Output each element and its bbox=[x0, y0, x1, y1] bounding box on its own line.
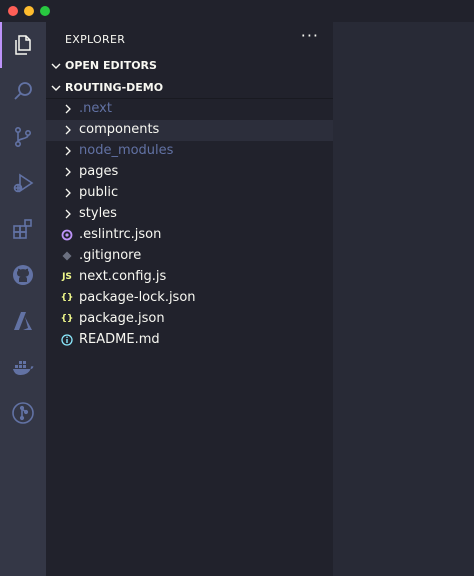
docker-icon[interactable] bbox=[0, 344, 46, 390]
file-item[interactable]: JS next.config.js bbox=[46, 267, 333, 288]
search-icon[interactable] bbox=[0, 68, 46, 114]
chevron-right-icon bbox=[65, 125, 71, 135]
close-window-button[interactable] bbox=[8, 6, 18, 16]
json-icon: {} bbox=[60, 314, 74, 324]
item-name: node_modules bbox=[79, 143, 174, 158]
item-name: package-lock.json bbox=[79, 290, 196, 305]
info-icon bbox=[60, 332, 74, 348]
chevron-down-icon bbox=[51, 63, 61, 69]
js-icon: JS bbox=[62, 272, 72, 282]
run-debug-icon[interactable] bbox=[0, 160, 46, 206]
project-label: ROUTING-DEMO bbox=[65, 81, 164, 94]
git-icon bbox=[60, 248, 74, 264]
item-name: pages bbox=[79, 164, 119, 179]
more-actions-button[interactable]: ··· bbox=[301, 26, 319, 45]
file-item[interactable]: README.md bbox=[46, 330, 333, 351]
chevron-right-icon bbox=[65, 167, 71, 177]
extensions-icon[interactable] bbox=[0, 206, 46, 252]
chevron-right-icon bbox=[65, 209, 71, 219]
maximize-window-button[interactable] bbox=[40, 6, 50, 16]
item-name: public bbox=[79, 185, 119, 200]
chevron-down-icon bbox=[51, 85, 61, 91]
item-name: next.config.js bbox=[79, 269, 167, 284]
explorer-icon[interactable] bbox=[0, 22, 46, 68]
folder-item[interactable]: node_modules bbox=[46, 141, 333, 162]
file-item[interactable]: .eslintrc.json bbox=[46, 225, 333, 246]
eslint-icon bbox=[60, 227, 74, 243]
file-item[interactable]: .gitignore bbox=[46, 246, 333, 267]
explorer-sidebar: EXPLORER ··· OPEN EDITORS ROUTING-DEMO .… bbox=[46, 22, 333, 576]
item-name: styles bbox=[79, 206, 117, 221]
folder-item[interactable]: components bbox=[46, 120, 333, 141]
chevron-right-icon bbox=[65, 146, 71, 156]
explorer-header: EXPLORER ··· bbox=[46, 22, 333, 56]
project-section[interactable]: ROUTING-DEMO bbox=[46, 78, 333, 98]
file-item[interactable]: {} package-lock.json bbox=[46, 288, 333, 309]
item-name: README.md bbox=[79, 332, 160, 347]
chevron-right-icon bbox=[65, 188, 71, 198]
item-name: components bbox=[79, 122, 160, 137]
explorer-title: EXPLORER bbox=[65, 33, 126, 46]
minimize-window-button[interactable] bbox=[24, 6, 34, 16]
azure-icon[interactable] bbox=[0, 298, 46, 344]
chevron-right-icon bbox=[65, 104, 71, 114]
folder-item[interactable]: pages bbox=[46, 162, 333, 183]
folder-item[interactable]: public bbox=[46, 183, 333, 204]
source-control-icon[interactable] bbox=[0, 114, 46, 160]
github-icon[interactable] bbox=[0, 252, 46, 298]
json-icon: {} bbox=[60, 293, 74, 303]
item-name: package.json bbox=[79, 311, 165, 326]
item-name: .eslintrc.json bbox=[79, 227, 162, 242]
git-graph-icon[interactable] bbox=[0, 390, 46, 436]
folder-item[interactable]: styles bbox=[46, 204, 333, 225]
item-name: .gitignore bbox=[79, 248, 142, 263]
activity-bar bbox=[0, 22, 46, 576]
open-editors-label: OPEN EDITORS bbox=[65, 59, 157, 72]
file-item[interactable]: {} package.json bbox=[46, 309, 333, 330]
title-bar bbox=[0, 0, 474, 22]
folder-item[interactable]: .next bbox=[46, 99, 333, 120]
editor-area bbox=[333, 22, 474, 576]
item-name: .next bbox=[79, 101, 112, 116]
open-editors-section[interactable]: OPEN EDITORS bbox=[46, 56, 333, 76]
